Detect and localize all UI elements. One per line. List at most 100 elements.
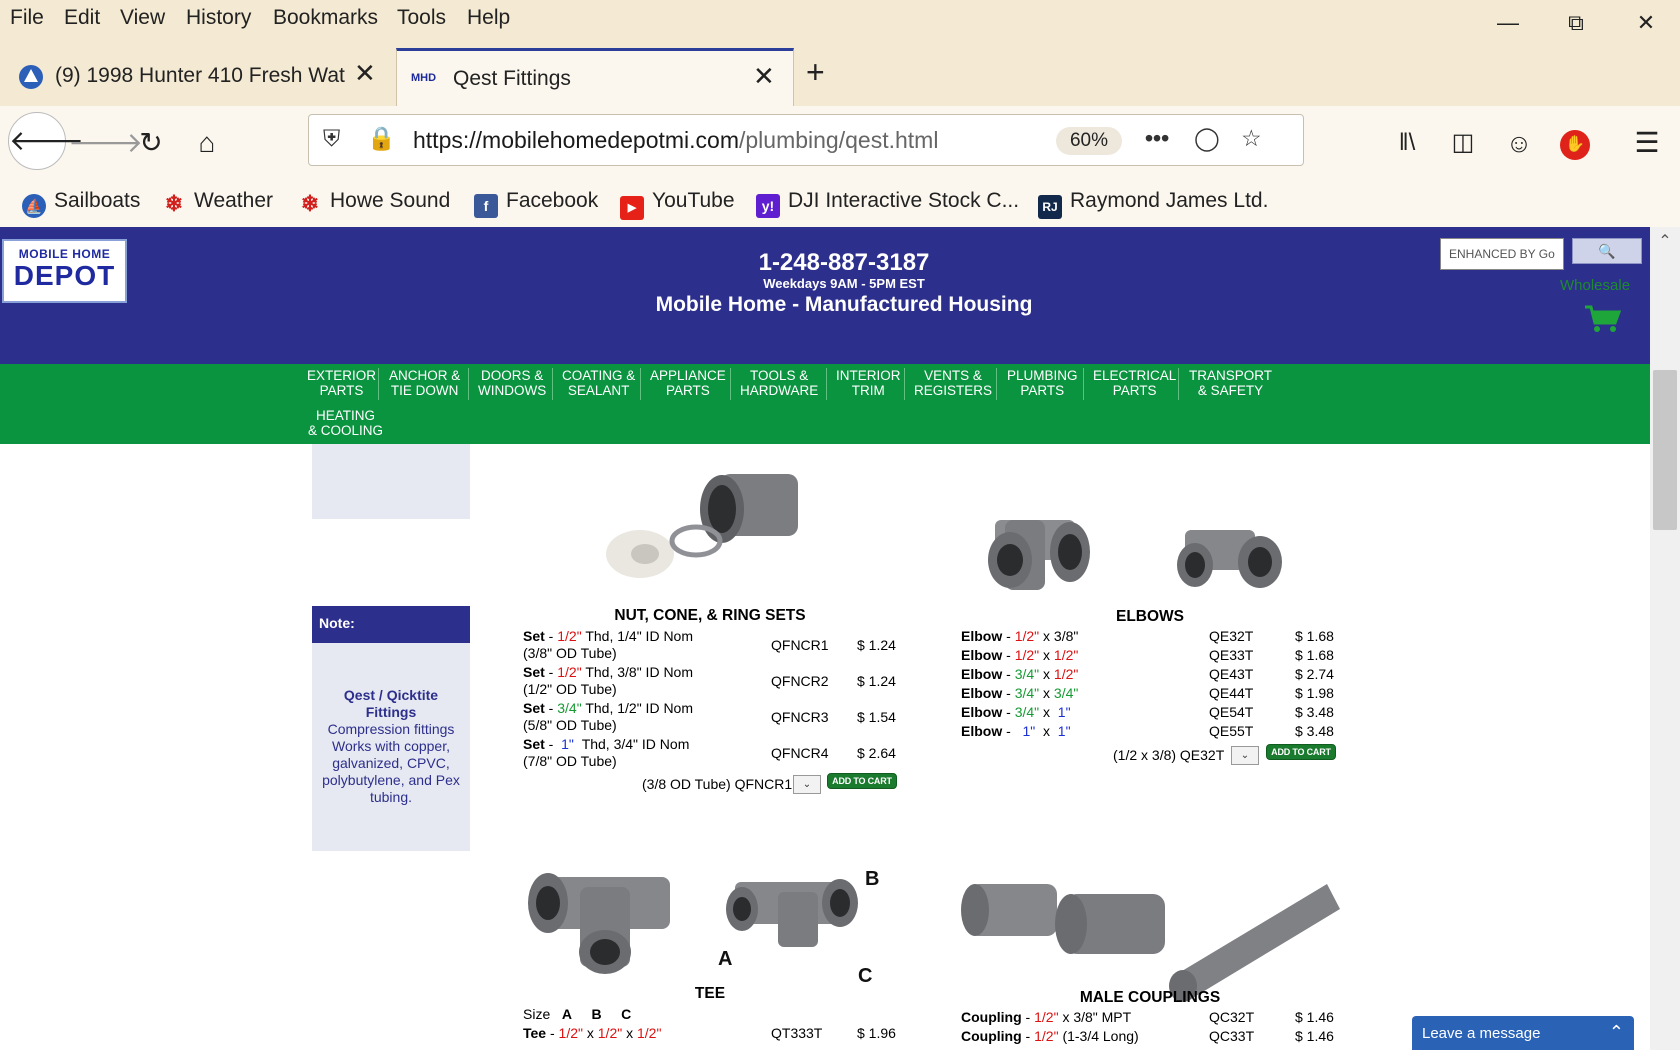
navigation-bar: 🡐 🡒 ↻ ⌂ ⛨ 🔒 https://mobilehomedepotmi.co… xyxy=(0,106,1680,180)
url-bar[interactable]: ⛨ 🔒 https://mobilehomedepotmi.com/plumbi… xyxy=(308,114,1304,166)
nav-vents-registers[interactable]: VENTS & REGISTERS xyxy=(914,368,992,398)
account-icon[interactable]: ☺ xyxy=(1494,118,1544,168)
column-header: C xyxy=(621,1006,632,1022)
item-desc: Thd, 1/4" ID Nom xyxy=(585,628,694,644)
chevron-down-icon[interactable]: ⌄ xyxy=(793,775,821,794)
nav-heating-cooling[interactable]: HEATING & COOLING xyxy=(308,408,383,438)
item-price: $ 2.74 xyxy=(1295,666,1334,682)
chevron-up-icon[interactable]: ⌃ xyxy=(1609,1022,1624,1043)
nav-plumbing-parts[interactable]: PLUMBING PARTS xyxy=(1007,368,1078,398)
bookmark-howe-sound[interactable]: ❄ Howe Sound xyxy=(298,189,450,216)
item-desc: Thd, 1/2" ID Nom xyxy=(585,700,694,716)
reload-icon[interactable]: ↻ xyxy=(126,118,176,168)
wholesale-link[interactable]: Wholesale xyxy=(1560,277,1630,294)
back-icon[interactable]: 🡐 xyxy=(8,112,84,170)
item-code: QE44T xyxy=(1209,685,1254,701)
business-hours: Weekdays 9AM - 5PM EST xyxy=(763,276,925,291)
variant-select-value[interactable]: (3/8 OD Tube) QFNCR1 xyxy=(642,776,792,792)
add-to-cart-button[interactable]: ADD TO CART xyxy=(827,773,897,789)
item-desc: (5/8" OD Tube) xyxy=(523,717,617,733)
hamburger-menu-icon[interactable]: ☰ xyxy=(1622,118,1672,168)
table-header: Size A B C xyxy=(523,1006,723,1023)
item-desc: (7/8" OD Tube) xyxy=(523,753,617,769)
note-line: polybutylene, and Pex xyxy=(322,772,460,788)
tab-close-icon[interactable]: ✕ xyxy=(753,61,775,92)
bookmark-youtube[interactable]: ▶ YouTube xyxy=(620,189,735,220)
close-window-icon[interactable]: ✕ xyxy=(1626,8,1666,38)
scroll-up-icon[interactable]: ⌃ xyxy=(1650,231,1680,251)
bookmark-weather[interactable]: ❄ Weather xyxy=(162,189,273,216)
bookmark-raymond-james[interactable]: RJ Raymond James Ltd. xyxy=(1038,189,1268,219)
search-button[interactable]: 🔍 xyxy=(1572,238,1642,264)
url-text[interactable]: https://mobilehomedepotmi.com/plumbing/q… xyxy=(413,127,938,154)
library-icon[interactable]: ‖\ xyxy=(1382,118,1432,168)
browser-chrome: File Edit View History Bookmarks Tools H… xyxy=(0,0,1680,227)
tab-sailboat[interactable]: (9) 1998 Hunter 410 Fresh Wate ✕ xyxy=(0,48,394,106)
nav-transport-safety[interactable]: TRANSPORT & SAFETY xyxy=(1189,368,1272,398)
nav-line: PARTS xyxy=(319,383,364,398)
site-search-input[interactable]: ENHANCED BY Go xyxy=(1440,238,1564,270)
nav-electrical-parts[interactable]: ELECTRICAL PARTS xyxy=(1093,368,1176,398)
male-couplings-image xyxy=(961,884,1340,1002)
zoom-level[interactable]: 60% xyxy=(1056,127,1122,155)
nav-line: VENTS & xyxy=(924,368,982,383)
table-row: Tee - 1/2" x 1/2" x 1/2" QT333T $ 1.96 xyxy=(523,1025,896,1041)
bookmark-sailboats[interactable]: ⛵ Sailboats xyxy=(22,189,140,218)
pocket-icon[interactable]: ◯ xyxy=(1194,125,1220,152)
nav-interior-trim[interactable]: INTERIOR TRIM xyxy=(836,368,901,398)
item-name: Set xyxy=(523,628,545,644)
item-size: 1" xyxy=(561,736,574,752)
menu-bookmarks[interactable]: Bookmarks xyxy=(273,6,378,30)
note-body: Qest / Qicktite Fittings Compression fit… xyxy=(312,643,470,851)
add-to-cart-button[interactable]: ADD TO CART xyxy=(1266,744,1336,760)
bookmark-label: Sailboats xyxy=(54,189,141,212)
menu-history[interactable]: History xyxy=(186,6,251,30)
facebook-icon: f xyxy=(474,194,498,218)
shield-icon[interactable]: ⛨ xyxy=(323,125,340,152)
menu-view[interactable]: View xyxy=(120,6,165,30)
forward-icon[interactable]: 🡒 xyxy=(68,118,143,168)
table-row: Elbow - 3/4" x 3/4" QE44T $ 1.98 xyxy=(961,685,1334,701)
item-desc: (1-3/4 Long) xyxy=(1062,1028,1139,1044)
tab-qest-fittings[interactable]: MHD Qest Fittings ✕ xyxy=(396,48,794,106)
item-size: 1" xyxy=(1057,704,1071,720)
tab-close-icon[interactable]: ✕ xyxy=(354,58,376,89)
adblock-icon[interactable]: ✋ xyxy=(1550,118,1600,168)
nav-divider xyxy=(904,368,905,400)
menu-help[interactable]: Help xyxy=(467,6,510,30)
new-tab-icon[interactable]: + xyxy=(806,54,825,91)
item-size: 1/2" xyxy=(1034,1028,1059,1044)
scroll-thumb[interactable] xyxy=(1653,370,1677,530)
nav-anchor-tie-down[interactable]: ANCHOR & TIE DOWN xyxy=(389,368,460,398)
variant-select-value[interactable]: (1/2 x 3/8) QE32T xyxy=(1113,747,1224,763)
minimize-icon[interactable]: — xyxy=(1488,8,1528,38)
raymond-james-icon: RJ xyxy=(1038,195,1062,219)
bookmark-facebook[interactable]: f Facebook xyxy=(474,189,598,218)
page-scrollbar[interactable]: ⌃ xyxy=(1650,227,1680,1050)
nav-coating-sealant[interactable]: COATING & SEALANT xyxy=(562,368,635,398)
nav-appliance-parts[interactable]: APPLIANCE PARTS xyxy=(650,368,726,398)
bookmark-star-icon[interactable]: ☆ xyxy=(1241,125,1262,152)
bookmark-dji[interactable]: y! DJI Interactive Stock C... xyxy=(756,189,1019,218)
item-price: $ 1.68 xyxy=(1295,628,1334,644)
note-heading: Note: xyxy=(312,606,470,643)
nav-exterior-parts[interactable]: EXTERIOR PARTS xyxy=(307,368,376,398)
leave-message-widget[interactable]: Leave a message ⌃ xyxy=(1412,1016,1634,1050)
more-actions-icon[interactable]: ••• xyxy=(1145,125,1169,152)
restore-icon[interactable]: ⧉ xyxy=(1556,8,1596,38)
nav-line: TRIM xyxy=(851,383,885,398)
home-icon[interactable]: ⌂ xyxy=(182,118,232,168)
nav-tools-hardware[interactable]: TOOLS & HARDWARE xyxy=(740,368,818,398)
menu-edit[interactable]: Edit xyxy=(64,6,100,30)
menu-tools[interactable]: Tools xyxy=(397,6,446,30)
item-code: QE33T xyxy=(1209,647,1254,663)
nav-doors-windows[interactable]: DOORS & WINDOWS xyxy=(478,368,546,398)
sidebar-icon[interactable]: ◫ xyxy=(1438,118,1488,168)
note-line: Works with copper, xyxy=(331,738,450,754)
lock-icon[interactable]: 🔒 xyxy=(367,125,396,152)
nav-line: TOOLS & xyxy=(749,368,809,383)
item-name: Elbow xyxy=(961,666,1003,682)
chevron-down-icon[interactable]: ⌄ xyxy=(1231,746,1259,765)
cart-icon[interactable] xyxy=(1583,304,1623,334)
menu-file[interactable]: File xyxy=(10,6,44,30)
